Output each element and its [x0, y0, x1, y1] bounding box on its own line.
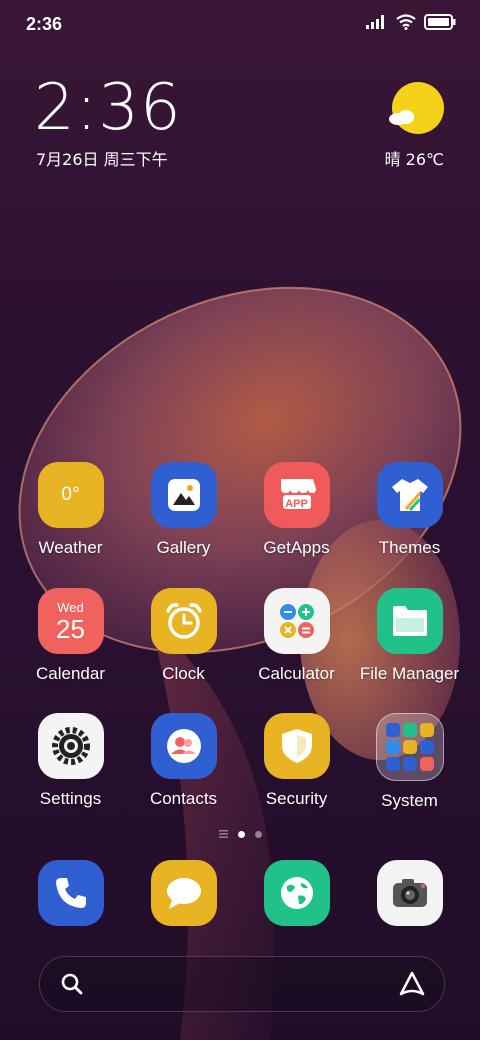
phone-icon	[37, 860, 104, 926]
dock-browser[interactable]	[240, 860, 353, 926]
app-label-clock: Clock	[162, 664, 205, 683]
camera-icon	[376, 860, 443, 926]
signal-icon	[366, 15, 384, 29]
app-themes[interactable]: Themes	[353, 462, 466, 558]
wifi-icon	[396, 14, 416, 30]
status-time: 2:36	[26, 14, 63, 34]
app-file-manager[interactable]: File Manager	[353, 588, 466, 684]
app-calculator[interactable]: Calculator	[240, 588, 353, 684]
tshirt-icon	[376, 462, 443, 528]
search-bar[interactable]	[39, 956, 445, 1012]
clock-widget-time[interactable]: 2:36	[34, 72, 182, 144]
dock-camera[interactable]	[353, 860, 466, 926]
search-icon	[61, 973, 83, 995]
dock-messages[interactable]	[127, 860, 240, 926]
status-icons	[366, 14, 456, 30]
app-label-getapps: GetApps	[263, 538, 330, 557]
app-gallery[interactable]: Gallery	[127, 462, 240, 558]
app-label-security: Security	[265, 789, 328, 808]
battery-icon	[424, 14, 456, 30]
app-calendar[interactable]: Wed 25 Calendar	[14, 588, 127, 684]
app-weather[interactable]: 0° Weather	[14, 462, 127, 558]
app-label-calculator: Calculator	[258, 664, 335, 683]
cloud-icon	[389, 110, 414, 125]
app-label-weather: Weather	[38, 538, 103, 557]
status-bar: 2:36	[0, 0, 480, 50]
dock-phone[interactable]	[14, 860, 127, 926]
page-dot[interactable]	[254, 830, 262, 838]
store-icon-badge: APP	[285, 498, 308, 510]
alarm-clock-icon	[150, 588, 217, 654]
gear-icon	[37, 713, 104, 779]
store-icon: APP	[263, 462, 330, 528]
contacts-icon	[150, 713, 217, 779]
app-settings[interactable]: Settings	[14, 713, 127, 809]
menu-lines-icon	[218, 830, 228, 838]
app-label-gallery: Gallery	[156, 538, 211, 557]
app-label-themes: Themes	[378, 538, 441, 557]
browser-icon	[263, 860, 330, 926]
calendar-icon-date: 25	[56, 613, 85, 644]
page-indicator[interactable]	[0, 830, 480, 838]
app-label-calendar: Calendar	[36, 664, 105, 683]
calculator-icon	[263, 588, 330, 654]
weather-icon: 0°	[37, 462, 104, 528]
app-getapps[interactable]: APP GetApps	[240, 462, 353, 558]
messages-icon	[150, 860, 217, 926]
clock-widget-date: 7月26日 周三下午	[36, 150, 168, 169]
calendar-icon-day: Wed	[57, 599, 84, 615]
app-label-settings: Settings	[39, 789, 102, 808]
calendar-icon: Wed 25	[37, 588, 104, 654]
weather-widget[interactable]	[384, 82, 444, 134]
assistant-icon[interactable]	[398, 970, 426, 998]
page-dot-active[interactable]	[237, 830, 245, 838]
app-security[interactable]: Security	[240, 713, 353, 809]
app-folder-system[interactable]: System	[353, 713, 466, 811]
sun-icon	[389, 82, 444, 134]
folder-icon	[376, 588, 443, 654]
folder-system-icon	[375, 713, 444, 781]
shield-icon	[263, 713, 330, 779]
app-label-contacts: Contacts	[149, 789, 218, 808]
app-label-file-manager: File Manager	[359, 664, 460, 683]
weather-widget-text: 晴 26℃	[384, 150, 444, 169]
weather-icon-value: 0°	[61, 484, 80, 505]
gallery-icon	[150, 462, 217, 528]
app-clock[interactable]: Clock	[127, 588, 240, 684]
app-contacts[interactable]: Contacts	[127, 713, 240, 809]
app-label-system: System	[381, 791, 438, 810]
